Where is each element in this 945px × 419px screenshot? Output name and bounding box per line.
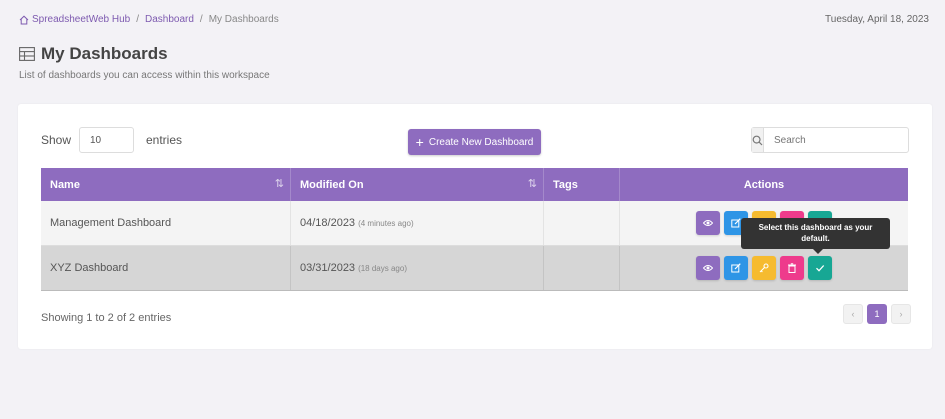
page-button[interactable]: 1 <box>867 304 887 324</box>
search-input[interactable] <box>764 128 916 152</box>
modified-date: 03/31/2023 <box>300 262 356 274</box>
breadcrumb-dashboard-link[interactable]: Dashboard <box>145 14 194 25</box>
breadcrumb-separator: / <box>199 14 203 25</box>
pagination: ‹ 1 › <box>839 304 911 324</box>
key-button[interactable] <box>752 256 776 280</box>
column-header-name[interactable]: Name ⇅ <box>41 168 291 201</box>
top-bar: SpreadsheetWeb Hub / Dashboard / My Dash… <box>0 0 945 42</box>
actions-cell <box>620 246 908 290</box>
breadcrumb-separator: / <box>136 14 139 25</box>
current-date: Tuesday, April 18, 2023 <box>825 14 929 25</box>
dashboard-name: Management Dashboard <box>41 201 291 245</box>
eye-icon <box>703 265 713 271</box>
column-header-label: Actions <box>743 178 785 191</box>
create-new-dashboard-button[interactable]: + Create New Dashboard <box>408 129 541 155</box>
table-info: Showing 1 to 2 of 2 entries <box>41 312 172 324</box>
column-header-tags: Tags <box>544 168 620 201</box>
dashboard-name: XYZ Dashboard <box>41 246 291 290</box>
search-icon <box>752 128 764 152</box>
key-icon <box>759 263 769 273</box>
entries-label: entries <box>146 133 183 147</box>
column-header-label: Name <box>50 178 80 191</box>
tooltip: Select this dashboard as your default. <box>741 218 890 254</box>
modified-date: 04/18/2023 <box>300 217 356 229</box>
modified-cell: 03/31/2023 (18 days ago) <box>291 246 544 290</box>
edit-icon <box>731 263 741 273</box>
trash-icon <box>788 263 796 273</box>
show-label: Show <box>41 133 72 147</box>
tags-cell <box>544 246 620 290</box>
page-subtitle: List of dashboards you can access within… <box>19 70 270 81</box>
create-button-label: Create New Dashboard <box>428 136 534 148</box>
home-icon <box>19 15 29 24</box>
modified-ago: (18 days ago) <box>358 263 407 273</box>
table-header: Name ⇅ Modified On ⇅ Tags Actions <box>41 168 908 201</box>
modified-ago: (4 minutes ago) <box>358 218 414 228</box>
table-row[interactable]: XYZ Dashboard 03/31/2023 (18 days ago) <box>41 246 908 291</box>
page-title: My Dashboards <box>41 44 168 63</box>
previous-page-button[interactable]: ‹ <box>843 304 863 324</box>
entries-per-page-input[interactable]: 10 <box>79 127 134 153</box>
page-header: My Dashboards List of dashboards you can… <box>19 44 270 81</box>
view-button[interactable] <box>696 211 720 235</box>
set-default-button[interactable] <box>808 256 832 280</box>
sort-icon: ⇅ <box>527 178 537 190</box>
breadcrumb-home-link[interactable]: SpreadsheetWeb Hub <box>32 14 130 25</box>
column-header-label: Modified On <box>300 178 364 191</box>
edit-button[interactable] <box>724 256 748 280</box>
sort-icon: ⇅ <box>274 178 284 190</box>
column-header-actions: Actions <box>620 168 908 201</box>
column-header-label: Tags <box>553 178 578 191</box>
tags-cell <box>544 201 620 245</box>
next-page-button[interactable]: › <box>891 304 911 324</box>
table-icon <box>19 47 35 61</box>
plus-icon: + <box>415 134 424 150</box>
delete-button[interactable] <box>780 256 804 280</box>
breadcrumb-current: My Dashboards <box>208 14 279 25</box>
breadcrumb: SpreadsheetWeb Hub / Dashboard / My Dash… <box>19 14 279 25</box>
edit-icon <box>731 218 741 228</box>
search-box <box>751 127 916 153</box>
modified-cell: 04/18/2023 (4 minutes ago) <box>291 201 544 245</box>
eye-icon <box>703 220 713 226</box>
check-icon <box>816 265 825 272</box>
view-button[interactable] <box>696 256 720 280</box>
column-header-modified[interactable]: Modified On ⇅ <box>291 168 544 201</box>
